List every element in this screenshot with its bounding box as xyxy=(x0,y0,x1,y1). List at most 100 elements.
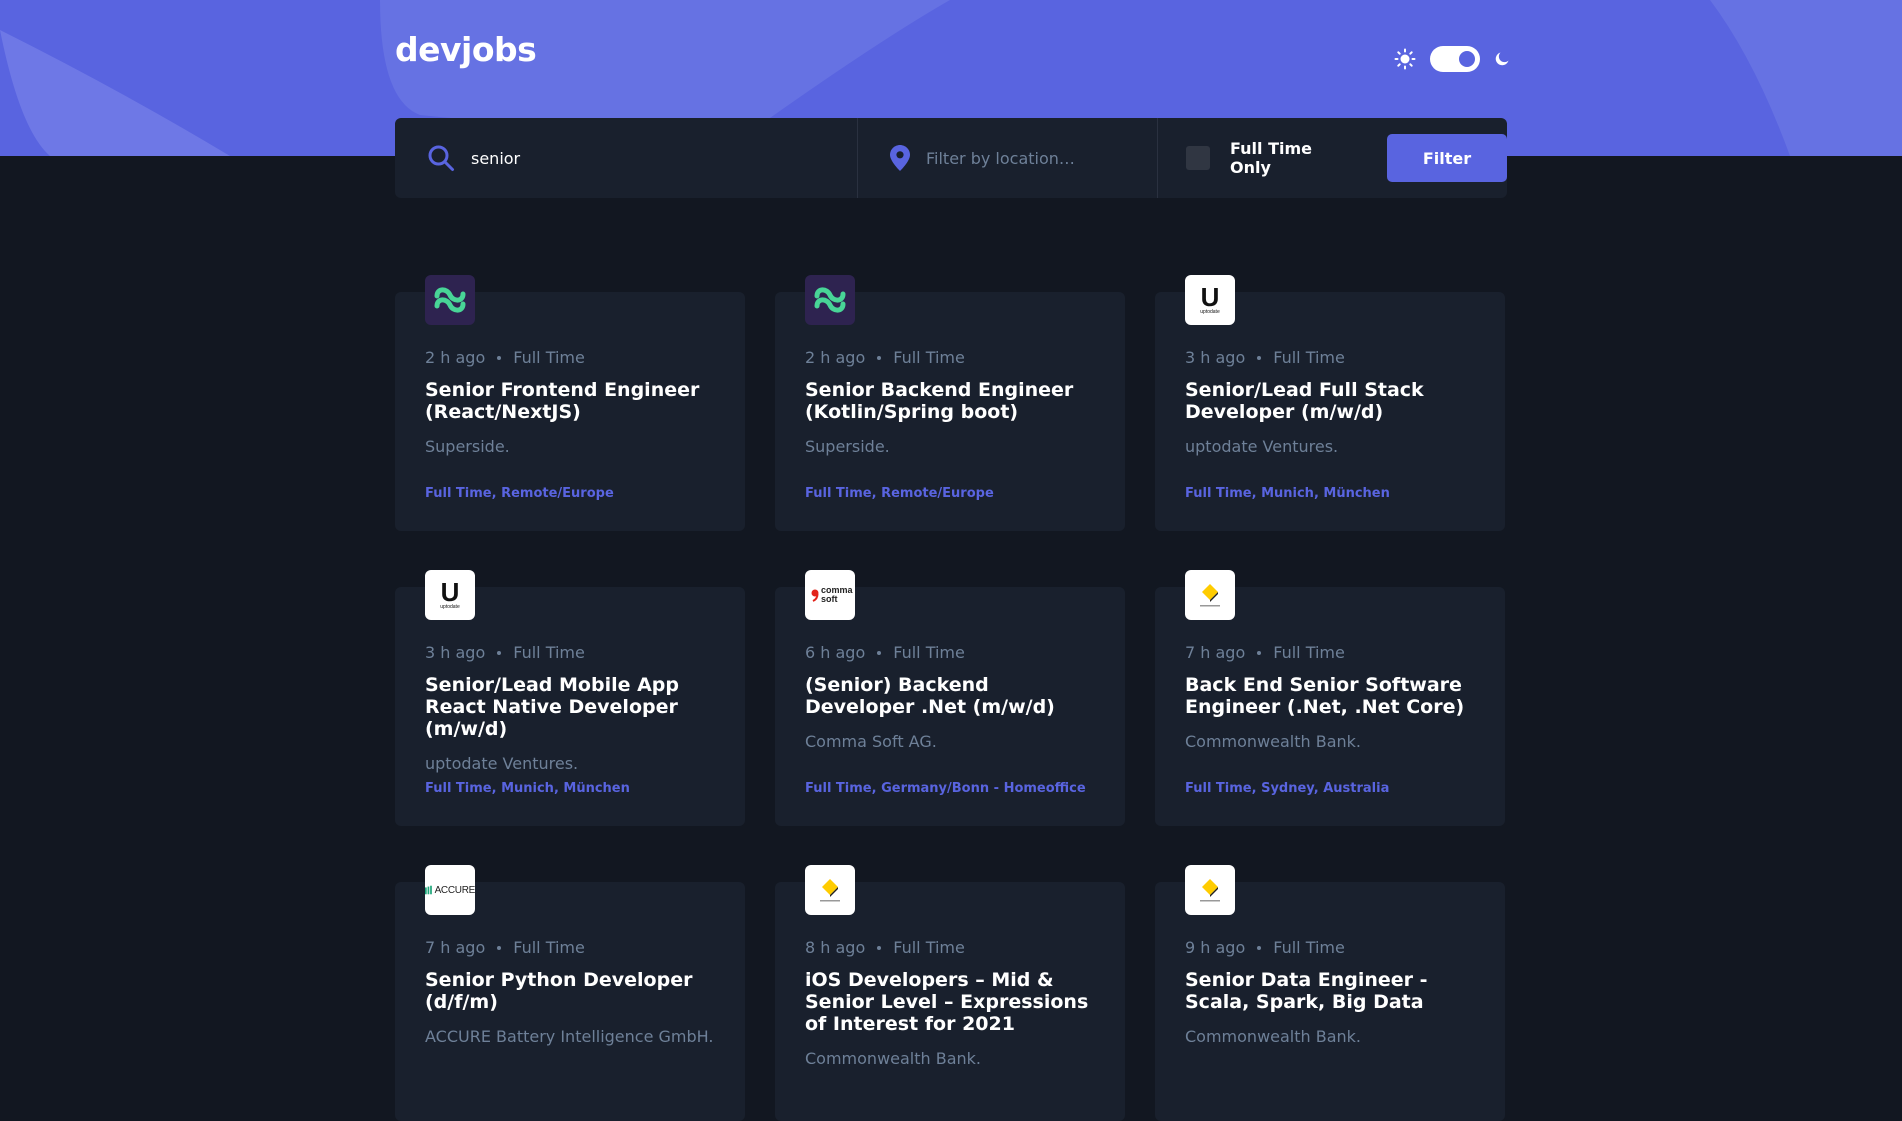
job-card[interactable]: ACCURE 7 h ago Full Time Senior Python D… xyxy=(395,865,745,1121)
company-name: Commonwealth Bank. xyxy=(1185,1027,1362,1046)
job-location: Full Time, Munich, München xyxy=(425,781,630,796)
company-logo: ACCURE xyxy=(425,865,475,915)
company-name: Commonwealth Bank. xyxy=(1185,732,1362,751)
company-logo xyxy=(1185,865,1235,915)
job-meta: 7 h ago Full Time xyxy=(1185,642,1475,662)
posted-time: 8 h ago xyxy=(805,937,866,957)
search-bar: Full Time Only Filter xyxy=(395,118,1507,198)
company-name: Superside. xyxy=(425,437,510,456)
fulltime-filter: Full Time Only Filter xyxy=(1158,118,1507,198)
posted-time: 7 h ago xyxy=(1185,642,1246,662)
contract-type: Full Time xyxy=(893,937,965,957)
job-card[interactable]: U uptodate 3 h ago Full Time Senior/Lead… xyxy=(1155,275,1505,531)
company-name: uptodate Ventures. xyxy=(1185,437,1339,456)
job-card[interactable]: 7 h ago Full Time Back End Senior Softwa… xyxy=(1155,570,1505,826)
job-title[interactable]: Senior Backend Engineer (Kotlin/Spring b… xyxy=(805,379,1095,423)
job-card[interactable]: U uptodate 3 h ago Full Time Senior/Lead… xyxy=(395,570,745,826)
comma-soft-logo-text: comma soft xyxy=(821,585,853,604)
commonwealth-bank-logo-icon xyxy=(1200,584,1220,607)
company-logo xyxy=(805,275,855,325)
title-filter xyxy=(395,118,858,198)
app-logo[interactable]: devjobs xyxy=(395,30,537,69)
job-title[interactable]: (Senior) Backend Developer .Net (m/w/d) xyxy=(805,674,1095,718)
posted-time: 7 h ago xyxy=(425,937,486,957)
job-meta: 3 h ago Full Time xyxy=(1185,347,1475,367)
job-location: Full Time, Remote/Europe xyxy=(805,486,994,501)
company-logo xyxy=(805,865,855,915)
job-location: Full Time, Munich, München xyxy=(1185,486,1390,501)
job-title[interactable]: Senior Frontend Engineer (React/NextJS) xyxy=(425,379,715,423)
separator-dot xyxy=(497,651,502,655)
posted-time: 3 h ago xyxy=(1185,347,1246,367)
contract-type: Full Time xyxy=(1273,642,1345,662)
job-meta: 9 h ago Full Time xyxy=(1185,937,1475,957)
company-logo: U uptodate xyxy=(425,570,475,620)
sun-icon xyxy=(1394,48,1416,70)
uptodate-logo-text: uptodate xyxy=(440,603,460,610)
company-name: Commonwealth Bank. xyxy=(805,1049,982,1068)
company-logo: comma soft xyxy=(805,570,855,620)
theme-toggle-knob xyxy=(1459,51,1475,67)
posted-time: 9 h ago xyxy=(1185,937,1246,957)
separator-dot xyxy=(497,356,502,360)
job-location: Full Time, Germany/Bonn - Homeoffice xyxy=(805,781,1086,796)
job-meta: 6 h ago Full Time xyxy=(805,642,1095,662)
job-title[interactable]: Senior Data Engineer - Scala, Spark, Big… xyxy=(1185,969,1475,1013)
posted-time: 6 h ago xyxy=(805,642,866,662)
job-title[interactable]: iOS Developers – Mid & Senior Level – Ex… xyxy=(805,969,1095,1035)
contract-type: Full Time xyxy=(513,347,585,367)
company-name: Comma Soft AG. xyxy=(805,732,937,751)
filter-button[interactable]: Filter xyxy=(1387,134,1507,182)
job-location: Full Time, Sydney, Australia xyxy=(1185,781,1390,796)
posted-time: 2 h ago xyxy=(805,347,866,367)
separator-dot xyxy=(877,356,882,360)
uptodate-logo-letter: U xyxy=(1200,281,1220,312)
separator-dot xyxy=(1257,651,1262,655)
contract-type: Full Time xyxy=(1273,347,1345,367)
job-card[interactable]: 2 h ago Full Time Senior Backend Enginee… xyxy=(775,275,1125,531)
job-meta: 7 h ago Full Time xyxy=(425,937,715,957)
job-title[interactable]: Back End Senior Software Engineer (.Net,… xyxy=(1185,674,1475,718)
job-title[interactable]: Senior/Lead Full Stack Developer (m/w/d) xyxy=(1185,379,1475,423)
commonwealth-bank-logo-icon xyxy=(820,879,840,902)
job-meta: 8 h ago Full Time xyxy=(805,937,1095,957)
theme-toggle[interactable] xyxy=(1430,46,1480,72)
job-meta: 2 h ago Full Time xyxy=(805,347,1095,367)
separator-dot xyxy=(497,946,502,950)
contract-type: Full Time xyxy=(1273,937,1345,957)
superside-logo-icon xyxy=(434,287,466,313)
posted-time: 2 h ago xyxy=(425,347,486,367)
job-card[interactable]: 8 h ago Full Time iOS Developers – Mid &… xyxy=(775,865,1125,1121)
location-input[interactable] xyxy=(924,147,1124,169)
fulltime-label[interactable]: Full Time Only xyxy=(1230,139,1355,177)
title-search-input[interactable] xyxy=(469,147,769,169)
contract-type: Full Time xyxy=(513,642,585,662)
job-meta: 2 h ago Full Time xyxy=(425,347,715,367)
company-name: uptodate Ventures. xyxy=(425,754,579,773)
job-list: 2 h ago Full Time Senior Frontend Engine… xyxy=(395,275,1507,1121)
comma-logo-icon xyxy=(811,589,819,602)
company-logo: U uptodate xyxy=(1185,275,1235,325)
fulltime-checkbox[interactable] xyxy=(1186,146,1210,170)
job-meta: 3 h ago Full Time xyxy=(425,642,715,662)
job-title[interactable]: Senior/Lead Mobile App React Native Deve… xyxy=(425,674,715,740)
search-icon xyxy=(428,145,454,171)
company-logo xyxy=(1185,570,1235,620)
location-filter xyxy=(858,118,1158,198)
contract-type: Full Time xyxy=(893,347,965,367)
contract-type: Full Time xyxy=(513,937,585,957)
job-card[interactable]: 2 h ago Full Time Senior Frontend Engine… xyxy=(395,275,745,531)
company-name: ACCURE Battery Intelligence GmbH. xyxy=(425,1027,714,1046)
separator-dot xyxy=(1257,356,1262,360)
job-location: Full Time, Remote/Europe xyxy=(425,486,614,501)
job-card[interactable]: comma soft 6 h ago Full Time (Senior) Ba… xyxy=(775,570,1125,826)
separator-dot xyxy=(877,651,882,655)
location-pin-icon xyxy=(890,145,910,171)
accure-logo-icon xyxy=(425,885,432,895)
theme-switch xyxy=(1394,44,1510,74)
separator-dot xyxy=(1257,946,1262,950)
accure-logo-text: ACCURE xyxy=(434,884,475,896)
job-card[interactable]: 9 h ago Full Time Senior Data Engineer -… xyxy=(1155,865,1505,1121)
posted-time: 3 h ago xyxy=(425,642,486,662)
job-title[interactable]: Senior Python Developer (d/f/m) xyxy=(425,969,715,1013)
